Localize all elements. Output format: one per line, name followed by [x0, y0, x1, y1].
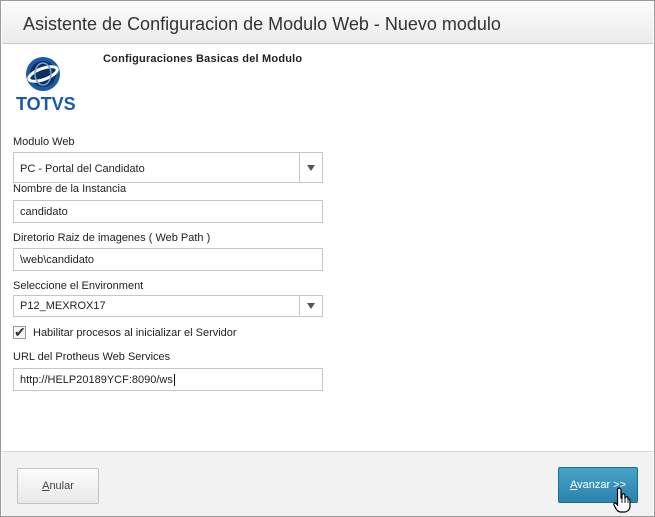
- environment-label: Seleccione el Environment: [13, 280, 144, 292]
- totvs-logo: TOTVS: [15, 56, 76, 114]
- nombre-instancia-input[interactable]: candidato: [13, 200, 323, 223]
- directorio-raiz-label: Diretorio Raiz de imagenes ( Web Path ): [13, 232, 211, 244]
- habilitar-procesos-label: Habilitar procesos al inicializar el Ser…: [33, 327, 237, 339]
- url-webservices-label: URL del Protheus Web Services: [13, 351, 171, 363]
- modulo-web-label: Modulo Web: [13, 136, 75, 148]
- footer-bar: Anular Avanzar >>: [2, 451, 653, 516]
- hand-pointer-icon: [613, 487, 631, 513]
- directorio-raiz-value: \web\candidato: [20, 254, 94, 266]
- nombre-instancia-label: Nombre de la Instancia: [13, 183, 127, 195]
- cancel-button-label: nular: [49, 480, 74, 492]
- totvs-logo-icon: [26, 57, 60, 91]
- directorio-raiz-input[interactable]: \web\candidato: [13, 248, 323, 271]
- window-title: Asistente de Configuracion de Modulo Web…: [23, 14, 501, 34]
- text-cursor: [173, 374, 175, 387]
- logo-text: TOTVS: [16, 94, 76, 114]
- url-webservices-value: http://HELP20189YCF:8090/ws: [20, 374, 175, 387]
- url-webservices-text: http://HELP20189YCF:8090/ws: [20, 374, 173, 386]
- cancel-button[interactable]: Anular: [17, 468, 99, 504]
- nombre-instancia-value: candidato: [20, 206, 68, 218]
- chevron-down-icon: [307, 165, 315, 171]
- url-webservices-input[interactable]: http://HELP20189YCF:8090/ws: [13, 368, 323, 391]
- chevron-down-icon: [307, 303, 315, 309]
- habilitar-procesos-checkbox[interactable]: ✔: [13, 324, 26, 340]
- section-title: Configuraciones Basicas del Modulo: [103, 53, 303, 65]
- checkmark-icon: ✔: [14, 324, 26, 340]
- modulo-web-dropdown-button[interactable]: [299, 153, 322, 182]
- modulo-web-value: PC - Portal del Candidato: [20, 163, 145, 175]
- environment-dropdown-button[interactable]: [299, 296, 322, 316]
- environment-value: P12_MEXROX17: [20, 300, 106, 312]
- wizard-window: Asistente de Configuracion de Modulo Web…: [0, 0, 655, 517]
- modulo-web-select[interactable]: PC - Portal del Candidato: [13, 152, 323, 183]
- title-bar: Asistente de Configuracion de Modulo Web…: [2, 2, 653, 44]
- environment-select[interactable]: P12_MEXROX17: [13, 295, 323, 317]
